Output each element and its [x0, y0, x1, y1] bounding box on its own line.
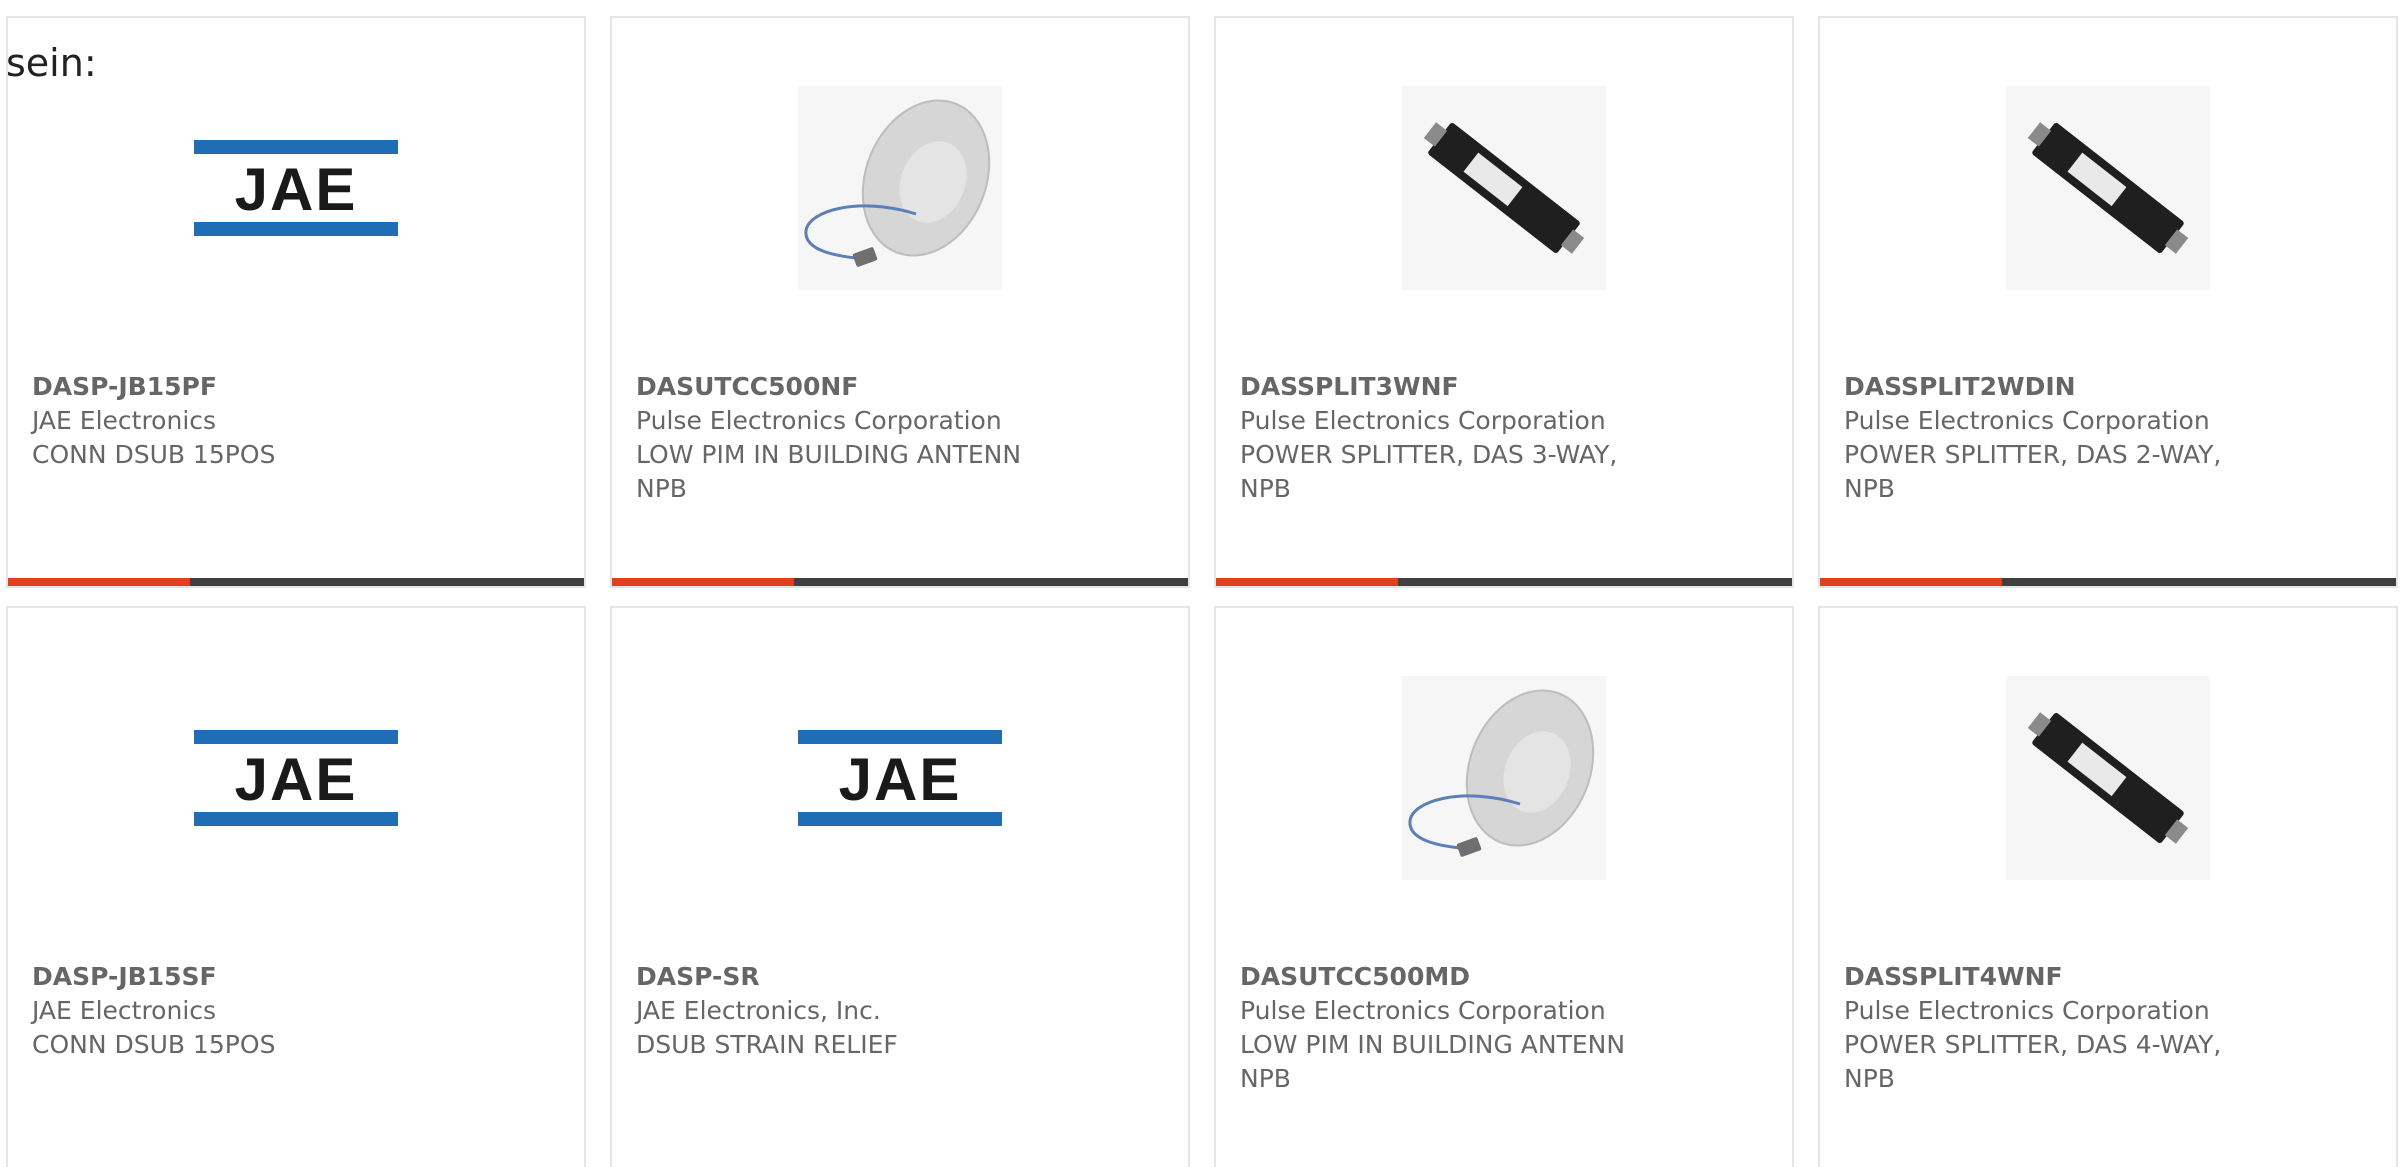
product-description: CONN DSUB 15POS	[32, 440, 276, 469]
jae-logo-icon: JAE	[194, 730, 398, 826]
jae-logo-icon: JAE	[194, 140, 398, 236]
power-splitter-icon	[1402, 86, 1606, 290]
product-image: JAE	[612, 663, 1188, 893]
product-card[interactable]: DASSPLIT2WDIN Pulse Electronics Corporat…	[1818, 16, 2398, 588]
product-image	[1820, 73, 2396, 303]
power-splitter-icon	[2006, 86, 2210, 290]
product-card[interactable]: DASSPLIT3WNF Pulse Electronics Corporati…	[1214, 16, 1794, 588]
card-accent-bar	[8, 578, 584, 586]
svg-text:JAE: JAE	[235, 156, 358, 223]
product-part-number[interactable]: DASSPLIT2WDIN	[1844, 370, 2384, 404]
card-accent-bar	[612, 578, 1188, 586]
product-manufacturer: JAE Electronics	[32, 406, 217, 435]
product-part-number[interactable]: DASUTCC500MD	[1240, 960, 1780, 994]
product-description: POWER SPLITTER, DAS 4-WAY, NPB	[1844, 1030, 2222, 1093]
product-image	[1820, 663, 2396, 893]
antenna-icon	[1402, 676, 1606, 880]
product-part-number[interactable]: DASUTCC500NF	[636, 370, 1176, 404]
product-part-number[interactable]: DASP-JB15PF	[32, 370, 572, 404]
product-card[interactable]: JAE DASP-JB15PF JAE Electronics CONN DSU…	[6, 16, 586, 588]
product-manufacturer: JAE Electronics	[32, 996, 217, 1025]
product-image	[1216, 663, 1792, 893]
product-description: CONN DSUB 15POS	[32, 1030, 276, 1059]
product-manufacturer: Pulse Electronics Corporation	[1844, 996, 2210, 1025]
product-manufacturer: Pulse Electronics Corporation	[636, 406, 1002, 435]
power-splitter-icon	[2006, 676, 2210, 880]
product-description: LOW PIM IN BUILDING ANTENN NPB	[1240, 1030, 1626, 1093]
product-description: LOW PIM IN BUILDING ANTENN NPB	[636, 440, 1022, 503]
product-description: POWER SPLITTER, DAS 3-WAY, NPB	[1240, 440, 1618, 503]
svg-text:JAE: JAE	[839, 746, 962, 813]
card-accent-bar	[1216, 578, 1792, 586]
product-part-number[interactable]: DASSPLIT3WNF	[1240, 370, 1780, 404]
product-part-number[interactable]: DASP-SR	[636, 960, 1176, 994]
product-image: JAE	[8, 73, 584, 303]
product-card[interactable]: JAE DASP-SR JAE Electronics, Inc. DSUB S…	[610, 606, 1190, 1167]
product-part-number[interactable]: DASP-JB15SF	[32, 960, 572, 994]
jae-logo-icon: JAE	[798, 730, 1002, 826]
antenna-icon	[798, 86, 1002, 290]
product-grid-page: sein: JAE DASP-JB15PF JAE Electronics CO…	[0, 0, 2400, 1167]
product-image	[1216, 73, 1792, 303]
intro-text: sein:	[6, 41, 97, 85]
product-description: DSUB STRAIN RELIEF	[636, 1030, 898, 1059]
product-card[interactable]: DASSPLIT4WNF Pulse Electronics Corporati…	[1818, 606, 2398, 1167]
product-card[interactable]: JAE DASP-JB15SF JAE Electronics CONN DSU…	[6, 606, 586, 1167]
product-manufacturer: Pulse Electronics Corporation	[1240, 996, 1606, 1025]
product-card[interactable]: DASUTCC500NF Pulse Electronics Corporati…	[610, 16, 1190, 588]
product-description: POWER SPLITTER, DAS 2-WAY, NPB	[1844, 440, 2222, 503]
product-manufacturer: Pulse Electronics Corporation	[1844, 406, 2210, 435]
svg-text:JAE: JAE	[235, 746, 358, 813]
product-image: JAE	[8, 663, 584, 893]
product-part-number[interactable]: DASSPLIT4WNF	[1844, 960, 2384, 994]
product-manufacturer: JAE Electronics, Inc.	[636, 996, 881, 1025]
product-card[interactable]: DASUTCC500MD Pulse Electronics Corporati…	[1214, 606, 1794, 1167]
product-image	[612, 73, 1188, 303]
product-manufacturer: Pulse Electronics Corporation	[1240, 406, 1606, 435]
card-accent-bar	[1820, 578, 2396, 586]
